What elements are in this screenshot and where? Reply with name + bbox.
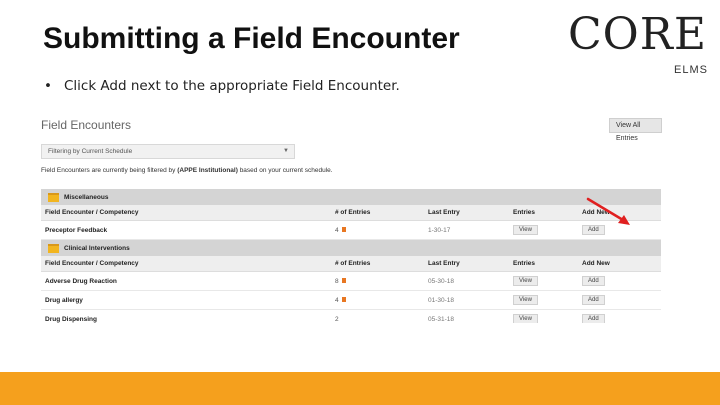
entries-cell: View — [509, 309, 578, 323]
view-button[interactable]: View — [513, 295, 538, 305]
field-encounters-screenshot: Field Encounters View All Entries Filter… — [40, 108, 662, 323]
encounter-name[interactable]: Preceptor Feedback — [41, 220, 331, 240]
encounter-name[interactable]: Drug Dispensing — [41, 309, 331, 323]
group-header: Miscellaneous — [41, 189, 662, 205]
table-row: Preceptor Feedback 4 1-30-17 View Add — [41, 220, 662, 240]
filter-note-institution: (APPE Institutional) — [177, 167, 238, 174]
last-entry-date: 05-31-18 — [424, 309, 509, 323]
table-row: Drug Dispensing 2 05-31-18 View Add — [41, 309, 662, 323]
filter-note: Field Encounters are currently being fil… — [41, 167, 333, 174]
filter-select-value: Filtering by Current Schedule — [48, 148, 133, 155]
view-button[interactable]: View — [513, 276, 538, 286]
entries-count-cell: 8 — [331, 271, 424, 291]
filter-note-prefix: Field Encounters are currently being fil… — [41, 167, 178, 174]
table-row: Drug allergy 4 01-30-18 View Add — [41, 290, 662, 310]
column-header: Last Entry — [424, 256, 509, 272]
column-header: # of Entries — [331, 256, 424, 272]
caret-down-icon: ▼ — [283, 148, 289, 154]
table-row: Adverse Drug Reaction 8 05-30-18 View Add — [41, 271, 662, 291]
page-title: Field Encounters — [41, 118, 132, 132]
column-header: Entries — [509, 205, 578, 221]
view-button[interactable]: View — [513, 225, 538, 235]
bottom-accent-bar — [0, 372, 720, 405]
group-header-row: Clinical Interventions — [41, 239, 662, 256]
column-header-row: Field Encounter / Competency # of Entries… — [41, 205, 662, 221]
add-new-cell: Add — [578, 309, 662, 323]
group-name: Miscellaneous — [64, 193, 109, 201]
entries-cell: View — [509, 271, 578, 291]
slide-title: Submitting a Field Encounter — [43, 22, 460, 55]
view-button[interactable]: View — [513, 314, 538, 323]
view-all-entries-button[interactable]: View All Entries — [609, 118, 662, 142]
encounter-name[interactable]: Drug allergy — [41, 290, 331, 310]
entries-count: 2 — [335, 315, 339, 323]
entries-count-cell: 2 — [331, 309, 424, 323]
logo-core-text: CORE — [568, 9, 707, 60]
entries-count-cell: 4 — [331, 220, 424, 240]
column-header: Field Encounter / Competency — [41, 205, 331, 221]
instruction-text: Click Add next to the appropriate Field … — [63, 78, 400, 94]
folder-icon — [48, 192, 59, 202]
flag-icon — [341, 227, 346, 233]
add-button[interactable]: Add — [582, 314, 605, 323]
entries-cell: View — [509, 290, 578, 310]
group-name: Clinical Interventions — [64, 244, 130, 252]
column-header: Field Encounter / Competency — [41, 256, 331, 272]
entries-count: 8 — [335, 277, 339, 285]
last-entry-date: 05-30-18 — [424, 271, 509, 291]
folder-icon — [48, 243, 59, 253]
last-entry-date: 01-30-18 — [424, 290, 509, 310]
core-elms-logo: CORE ELMS — [568, 9, 708, 77]
red-arrow-icon — [586, 197, 630, 225]
filter-note-suffix: based on your current schedule. — [237, 167, 333, 174]
entries-count: 4 — [335, 296, 339, 304]
group-header: Clinical Interventions — [41, 239, 662, 256]
column-header: Add New — [578, 256, 662, 272]
entries-count-cell: 4 — [331, 290, 424, 310]
group-header-row: Miscellaneous — [41, 189, 662, 205]
add-new-cell: Add — [578, 271, 662, 291]
last-entry-date: 1-30-17 — [424, 220, 509, 240]
encounter-name[interactable]: Adverse Drug Reaction — [41, 271, 331, 291]
entries-cell: View — [509, 220, 578, 240]
entries-count: 4 — [335, 226, 339, 234]
column-header: Entries — [509, 256, 578, 272]
instruction-bullet: • Click Add next to the appropriate Field… — [44, 78, 400, 94]
logo-elms-text: ELMS — [674, 64, 708, 76]
column-header: # of Entries — [331, 205, 424, 221]
add-button[interactable]: Add — [582, 276, 605, 286]
flag-icon — [341, 278, 346, 284]
column-header: Last Entry — [424, 205, 509, 221]
add-new-cell: Add — [578, 290, 662, 310]
add-button[interactable]: Add — [582, 295, 605, 305]
schedule-filter-select[interactable]: Filtering by Current Schedule ▼ — [41, 144, 295, 159]
field-encounters-table: Miscellaneous Field Encounter / Competenc… — [41, 189, 662, 323]
bullet-icon: • — [44, 78, 52, 94]
column-header-row: Field Encounter / Competency # of Entries… — [41, 256, 662, 272]
flag-icon — [341, 297, 346, 303]
